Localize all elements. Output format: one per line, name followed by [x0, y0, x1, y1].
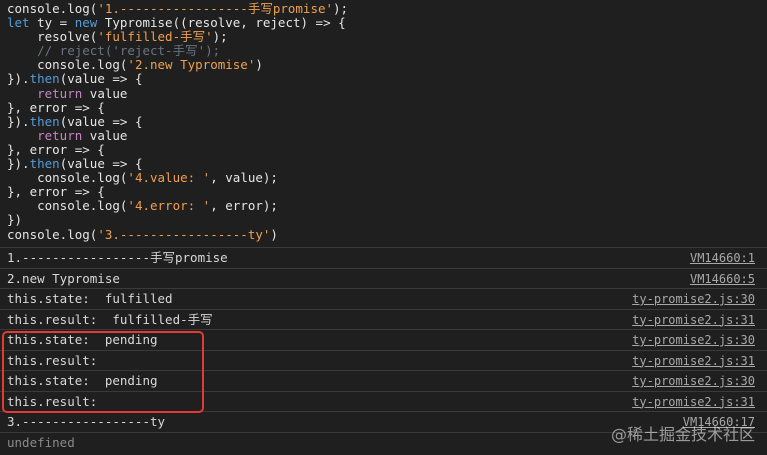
code-line: resolve('fulfilled-手写');: [7, 30, 767, 44]
source-link[interactable]: VM14660:1: [690, 248, 755, 268]
code-token: }): [7, 212, 23, 228]
code-line: console.log('3.-----------------ty'): [7, 226, 767, 242]
code-token: // reject('reject-手写');: [7, 43, 221, 59]
code-line: }).then(value => {: [7, 156, 767, 172]
console-message: this.result:: [7, 393, 98, 409]
console-row: this.result: ty-promise2.js:31: [0, 390, 767, 412]
code-token: ): [270, 226, 278, 242]
code-token: console.log(: [7, 170, 128, 186]
console-row: this.state: pending ty-promise2.js:30: [0, 370, 767, 391]
source-link[interactable]: ty-promise2.js:30: [632, 289, 755, 309]
code-token: return: [7, 127, 83, 143]
code-token: value: [82, 127, 128, 143]
code-token: (value => {: [59, 156, 143, 172]
code-token: );: [212, 29, 228, 45]
console-message: this.result: fulfilled-手写: [7, 311, 213, 327]
code-token: 'fulfilled-手写': [97, 29, 213, 45]
source-link[interactable]: VM14660:5: [690, 269, 755, 289]
code-token: then: [29, 113, 60, 129]
code-token: console.log(: [7, 57, 128, 73]
console-message: 2.new Typromise: [7, 270, 120, 286]
code-token: '4.error: ': [127, 198, 211, 214]
source-link[interactable]: ty-promise2.js:30: [632, 371, 755, 391]
console-message: this.state: pending: [7, 332, 158, 347]
code-line: }, error => {: [7, 141, 767, 157]
code-token: let: [7, 15, 30, 31]
source-link[interactable]: ty-promise2.js:31: [632, 392, 755, 412]
code-token: console.log(: [7, 198, 128, 214]
code-line: return value: [7, 85, 767, 101]
code-token: resolve(: [7, 29, 98, 45]
code-token: }, error => {: [7, 99, 105, 115]
code-token: return: [7, 85, 83, 101]
code-token: Typromise((resolve, reject) => {: [97, 15, 346, 31]
source-link[interactable]: ty-promise2.js:31: [632, 310, 755, 330]
code-line: }).then(value => {: [7, 72, 767, 86]
console-return-value: undefined: [7, 434, 75, 450]
console-row: this.result: ty-promise2.js:31: [0, 349, 767, 371]
code-token: (value => {: [59, 113, 143, 129]
code-token: ): [255, 57, 263, 73]
console-row: this.state: fulfilled ty-promise2.js:30: [0, 288, 767, 309]
source-link[interactable]: ty-promise2.js:30: [632, 330, 755, 350]
code-token: new: [74, 15, 98, 31]
code-line: // reject('reject-手写');: [7, 44, 767, 58]
console-message: this.result:: [7, 352, 98, 368]
code-line: }, error => {: [7, 99, 767, 115]
code-token: console.log(: [7, 226, 98, 242]
code-token: '2.new Typromise': [127, 57, 256, 73]
console-row: 1.-----------------手写promise VM14660:1: [0, 247, 767, 268]
console-message: 3.-----------------ty: [7, 414, 166, 429]
code-line: let ty = new Typromise((resolve, reject)…: [7, 16, 767, 30]
code-line: return value: [7, 127, 767, 143]
code-token: '1.-----------------手写promise': [97, 1, 334, 16]
code-token: }, error => {: [7, 184, 105, 200]
code-line: console.log('2.new Typromise'): [7, 58, 767, 72]
console-message: this.state: fulfilled: [7, 291, 173, 306]
console-row: this.result: fulfilled-手写 ty-promise2.js:…: [0, 308, 767, 330]
code-token: ty =: [29, 15, 75, 31]
code-token: (value => {: [59, 71, 143, 87]
code-line: console.log('4.value: ', value);: [7, 171, 767, 185]
code-line: }).then(value => {: [7, 113, 767, 129]
code-token: }).: [7, 156, 30, 172]
code-token: '3.-----------------ty': [97, 226, 271, 242]
code-token: value: [82, 85, 128, 101]
code-token: , value);: [210, 170, 278, 186]
console-message: 1.-----------------手写promise: [7, 250, 228, 265]
code-token: '4.value: ': [127, 170, 211, 186]
code-token: }).: [7, 113, 30, 129]
code-line: console.log('4.error: ', error);: [7, 199, 767, 213]
code-line: }): [7, 213, 767, 227]
code-token: console.log(: [7, 1, 98, 16]
console-row: 2.new Typromise VM14660:5: [0, 267, 767, 289]
code-token: );: [333, 1, 349, 16]
code-editor[interactable]: console.log('1.-----------------手写promis…: [0, 0, 767, 246]
console-message: this.state: pending: [7, 373, 158, 388]
code-token: , error);: [210, 198, 278, 214]
code-token: }).: [7, 71, 30, 87]
code-token: }, error => {: [7, 141, 105, 157]
console-row: this.state: pending ty-promise2.js:30: [0, 329, 767, 350]
code-token: then: [29, 71, 60, 87]
code-token: then: [29, 156, 60, 172]
watermark: @稀土掘金技术社区: [610, 425, 755, 444]
code-line: console.log('1.-----------------手写promis…: [7, 1, 767, 16]
code-line: }, error => {: [7, 185, 767, 199]
source-link[interactable]: ty-promise2.js:31: [632, 351, 755, 371]
